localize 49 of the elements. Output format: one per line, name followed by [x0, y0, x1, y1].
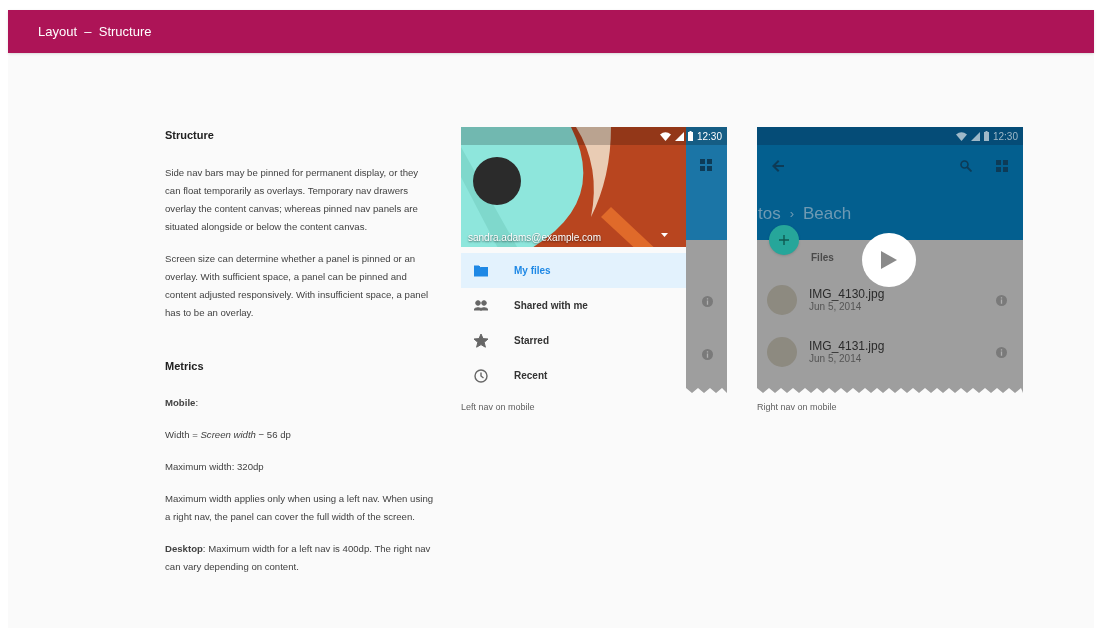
star-icon: [474, 333, 488, 348]
paragraph: Desktop: Maximum width for a left nav is 400dp. The right nav can vary depending on content.: [165, 542, 432, 574]
clock-icon: [474, 368, 488, 383]
add-button[interactable]: [769, 225, 799, 255]
play-button[interactable]: [862, 233, 916, 287]
info-icon: [702, 349, 713, 360]
figure-caption: Right nav on mobile: [757, 401, 838, 414]
section-heading: Metrics: [165, 358, 205, 374]
people-icon: [474, 298, 488, 313]
status-time: 12:30: [696, 129, 722, 144]
paragraph: Screen size can determine whether a panel is pinned or an overlay. With sufficient space, a panel can be pinned and content adjusted responsively. With insufficient space, a panel has to be an overlay.: [165, 251, 430, 320]
breadcrumb-separator: ›: [789, 205, 795, 223]
paragraph: Side nav bars may be pinned for permanent display, or they can float temporarily as overlays. Temporary nav drawers overlay the content canvas; whereas pinned nav panels are situated alongside or below the content canvas.: [165, 165, 420, 234]
grid-icon: [700, 159, 712, 171]
section-label: Files: [811, 251, 834, 265]
paragraph: Maximum width applies only when using a left nav. When using a right nav, the panel can cover the full width of the screen.: [165, 492, 435, 524]
plus-icon: [779, 235, 789, 245]
photo-thumbnail: [767, 285, 797, 315]
file-date: Jun 5, 2014: [809, 353, 863, 365]
figure-caption: Left nav on mobile: [461, 401, 536, 414]
back-arrow-icon[interactable]: [772, 160, 784, 172]
folder-icon: [474, 263, 488, 278]
nav-item[interactable]: Recent: [461, 358, 686, 393]
paragraph: Width = Screen width − 56 dp: [165, 428, 292, 442]
signal-icon: [674, 131, 684, 141]
grid-icon[interactable]: [996, 160, 1008, 172]
file-date: Jun 5, 2014: [809, 301, 863, 313]
search-icon[interactable]: [960, 160, 972, 172]
nav-item[interactable]: Starred: [461, 323, 686, 358]
section-heading: Structure: [165, 128, 215, 143]
photo-thumbnail: [767, 337, 797, 367]
breadcrumb-current: Beach: [803, 203, 852, 225]
status-time: 12:30: [992, 129, 1018, 144]
dropdown-caret-icon[interactable]: [661, 233, 668, 237]
signal-icon: [970, 131, 980, 141]
info-icon[interactable]: [996, 294, 1007, 306]
paragraph: Mobile:: [165, 396, 200, 410]
play-icon: [881, 251, 897, 269]
battery-icon: [983, 131, 989, 141]
file-name: IMG_4130.jpg: [809, 287, 886, 301]
file-name: IMG_4131.jpg: [809, 339, 886, 353]
info-icon[interactable]: [996, 346, 1007, 358]
page-title: Layout – Structure: [38, 22, 152, 41]
wifi-icon: [955, 131, 967, 141]
nav-item[interactable]: Shared with me: [461, 288, 686, 323]
paragraph: Maximum width: 320dp: [165, 460, 265, 474]
wifi-icon: [659, 131, 671, 141]
info-icon: [702, 296, 713, 307]
battery-icon: [687, 131, 693, 141]
